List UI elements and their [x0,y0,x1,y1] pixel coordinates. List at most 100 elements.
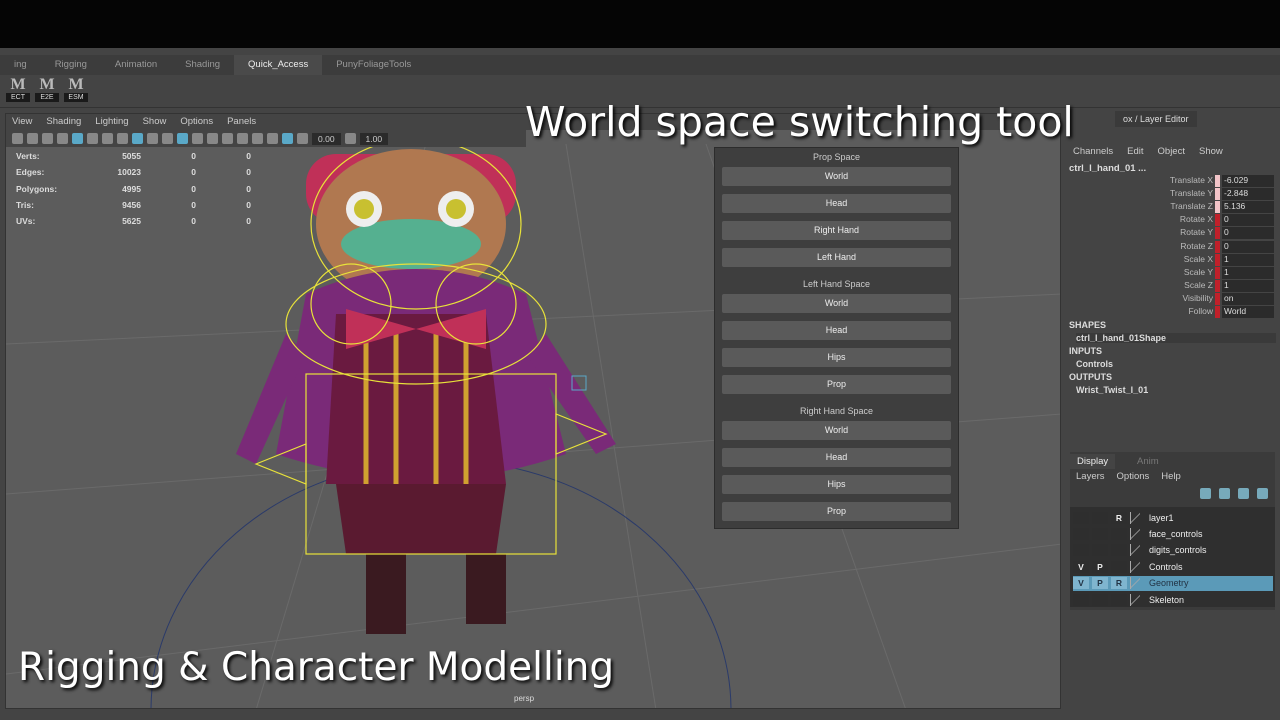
shelf-button-ect[interactable]: M ECT [6,77,30,102]
playback-toggle[interactable] [1092,544,1108,557]
space-button-head[interactable]: Head [722,448,951,467]
layer-menu-options[interactable]: Options [1117,471,1150,482]
shelf-button-e2e[interactable]: M E2E [35,77,59,102]
xray-icon[interactable] [177,133,188,144]
layer-row[interactable]: Rlayer1 [1073,510,1273,525]
grease-pencil-icon[interactable] [57,133,68,144]
textured-icon[interactable] [162,133,173,144]
new-layer-icon[interactable] [1238,488,1249,499]
viewport-menu-lighting[interactable]: Lighting [95,116,128,128]
tab-shading[interactable]: Shading [171,55,234,75]
visibility-toggle[interactable]: V [1073,577,1089,590]
channel-row[interactable]: Visibility on [1065,292,1275,306]
gamma-field[interactable]: 1.00 [359,132,389,145]
layer-color-icon[interactable] [1130,527,1140,540]
space-button-hips[interactable]: Hips [722,475,951,494]
visibility-toggle[interactable] [1073,511,1089,524]
channel-row[interactable]: Follow World [1065,306,1275,319]
move-layer-down-icon[interactable] [1219,488,1230,499]
tab-display[interactable]: Display [1070,454,1116,469]
reference-toggle[interactable]: R [1111,511,1127,524]
viewport-menu-panels[interactable]: Panels [227,116,256,128]
ao-icon[interactable] [222,133,233,144]
channel-row[interactable]: Translate X -6.029 [1065,175,1275,188]
space-button-right-hand[interactable]: Right Hand [722,221,951,240]
reference-toggle[interactable] [1111,544,1127,557]
channel-value[interactable]: 0 [1222,240,1274,253]
viewport-menu-options[interactable]: Options [180,116,213,128]
playback-toggle[interactable] [1092,527,1108,540]
frame-selected-icon[interactable] [282,133,293,144]
channel-value[interactable]: 0 [1222,227,1274,240]
visibility-toggle[interactable] [1073,527,1089,540]
select-camera-icon[interactable] [252,133,263,144]
playback-toggle[interactable] [1092,593,1108,606]
channel-row[interactable]: Rotate Y 0 [1065,227,1275,240]
channel-value[interactable]: 1 [1222,279,1274,292]
channel-menu-edit[interactable]: Edit [1127,146,1143,157]
layer-menu-help[interactable]: Help [1161,471,1181,482]
space-button-prop[interactable]: Prop [722,375,951,394]
exposure-field[interactable]: 0.00 [312,132,341,145]
tab-quick_access[interactable]: Quick_Access [234,55,323,75]
shape-node[interactable]: ctrl_l_hand_01Shape [1076,333,1276,343]
channel-row[interactable]: Scale Z 1 [1065,279,1275,293]
tab-anim[interactable]: Anim [1130,454,1166,469]
space-button-prop[interactable]: Prop [722,502,951,521]
space-button-left-hand[interactable]: Left Hand [722,248,951,267]
reference-toggle[interactable]: R [1111,577,1127,590]
channel-row[interactable]: Scale Y 1 [1065,266,1275,280]
wireframe-icon[interactable] [117,133,128,144]
new-layer-selected-icon[interactable] [1257,488,1268,499]
channel-row[interactable]: Translate Z 5.136 [1065,201,1275,214]
channel-menu-channels[interactable]: Channels [1073,146,1113,157]
layer-row[interactable]: V P R Geometry [1073,575,1273,591]
viewport-menu-view[interactable]: View [12,116,32,128]
channel-value[interactable]: 5.136 [1222,201,1274,214]
channel-value[interactable]: -2.848 [1222,188,1274,201]
layer-row[interactable]: face_controls [1073,526,1273,541]
space-button-world[interactable]: World [722,421,951,440]
grid-icon[interactable] [72,133,83,144]
smooth-shade-icon[interactable] [132,133,143,144]
reference-toggle[interactable] [1111,593,1127,606]
layer-color-icon[interactable] [1130,577,1140,590]
visibility-toggle[interactable] [1073,544,1089,557]
layer-color-icon[interactable] [1130,511,1140,524]
layer-color-icon[interactable] [1130,593,1140,606]
channel-value[interactable]: 0 [1222,214,1274,227]
channel-value[interactable]: on [1222,292,1274,305]
playback-toggle[interactable]: P [1092,560,1108,573]
camera-icon[interactable] [12,133,23,144]
channel-row[interactable]: Rotate X 0 [1065,214,1275,227]
channel-menu-show[interactable]: Show [1199,146,1223,157]
resolution-gate-icon[interactable] [102,133,113,144]
panel-tab-title[interactable]: ox / Layer Editor [1115,111,1197,127]
channel-value[interactable]: 1 [1222,266,1274,279]
channel-value[interactable]: World [1222,306,1274,318]
film-gate-icon[interactable] [87,133,98,144]
channel-row[interactable]: Scale X 1 [1065,253,1275,267]
layer-color-icon[interactable] [1130,560,1140,573]
visibility-toggle[interactable] [1073,593,1089,606]
tab-animation[interactable]: Animation [101,55,171,75]
channel-menu-object[interactable]: Object [1158,146,1185,157]
layer-color-icon[interactable] [1130,544,1140,557]
frame-icon[interactable] [267,133,278,144]
channel-value[interactable]: 1 [1222,253,1274,266]
bookmark-icon[interactable] [42,133,53,144]
viewport-menu-show[interactable]: Show [143,116,167,128]
layer-row[interactable]: V P Controls [1073,559,1273,574]
space-button-hips[interactable]: Hips [722,348,951,367]
camera-lock-icon[interactable] [27,133,38,144]
reference-toggle[interactable] [1111,527,1127,540]
layer-row[interactable]: digits_controls [1073,543,1273,558]
reference-toggle[interactable] [1111,560,1127,573]
viewport-menu-shading[interactable]: Shading [46,116,81,128]
tab-rigging[interactable]: Rigging [41,55,101,75]
space-button-world[interactable]: World [722,294,951,313]
channel-value[interactable]: -6.029 [1222,175,1274,187]
space-button-world[interactable]: World [722,167,951,186]
layer-menu-layers[interactable]: Layers [1076,471,1105,482]
tab-ing[interactable]: ing [0,55,41,75]
